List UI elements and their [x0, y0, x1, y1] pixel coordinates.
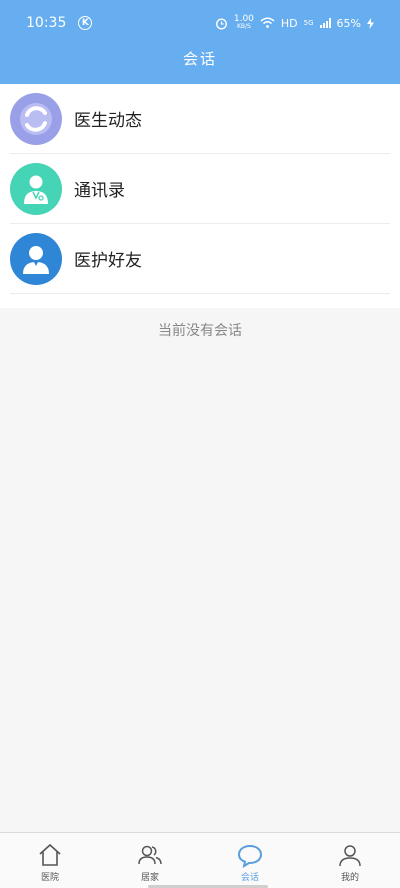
- refresh-ring-icon: [10, 92, 62, 145]
- conversation-menu: 医生动态 通讯录 医护好友: [0, 84, 400, 308]
- item-label-medical-friends: 医护好友: [74, 251, 142, 271]
- hd-label: HD: [280, 16, 298, 30]
- wifi-icon: [260, 17, 275, 28]
- status-time: 10:35: [26, 15, 67, 31]
- tab-label-home-care: 居家: [140, 873, 159, 883]
- users-icon: [138, 845, 162, 865]
- list-item-doctor-news[interactable]: 医生动态: [10, 84, 390, 154]
- item-label-doctor-news: 医生动态: [74, 111, 142, 131]
- battery-percent: 65%: [336, 16, 361, 30]
- network-speed: 1.00 KB/S: [234, 15, 254, 31]
- tab-mine[interactable]: 我的: [300, 833, 400, 888]
- tab-hospital[interactable]: 医院: [0, 833, 100, 888]
- doctor-icon: [10, 162, 62, 215]
- person-icon: [10, 232, 62, 285]
- empty-state-message: 当前没有会话: [158, 323, 242, 339]
- list-item-contacts[interactable]: 通讯录: [10, 154, 390, 224]
- speed-value: 1.00: [233, 14, 254, 24]
- alarm-icon: [215, 17, 227, 30]
- profile-icon: [339, 845, 361, 867]
- app-header: 10:35 K 1.00 KB/S HD 5G 65% 会话: [0, 0, 400, 84]
- page-title: 会话: [182, 50, 217, 68]
- k-badge-icon: K: [78, 16, 93, 30]
- tab-label-conversation: 会话: [240, 873, 259, 883]
- network-type: 5G: [303, 18, 314, 27]
- signal-icon: [319, 18, 331, 28]
- chat-bubble-icon: [237, 844, 263, 868]
- tab-label-mine: 我的: [340, 873, 359, 883]
- speed-unit: KB/S: [236, 23, 251, 30]
- home-icon: [39, 843, 61, 866]
- charging-icon: [367, 17, 374, 29]
- item-label-contacts: 通讯录: [74, 181, 125, 201]
- tab-conversation[interactable]: 会话: [200, 833, 300, 888]
- tab-home-care[interactable]: 居家: [100, 833, 200, 888]
- status-bar: 10:35 K 1.00 KB/S HD 5G 65%: [0, 0, 400, 46]
- tab-label-hospital: 医院: [40, 873, 59, 883]
- list-item-medical-friends[interactable]: 医护好友: [10, 224, 390, 294]
- bottom-tab-bar: 医院 居家 会话 我的: [0, 832, 400, 888]
